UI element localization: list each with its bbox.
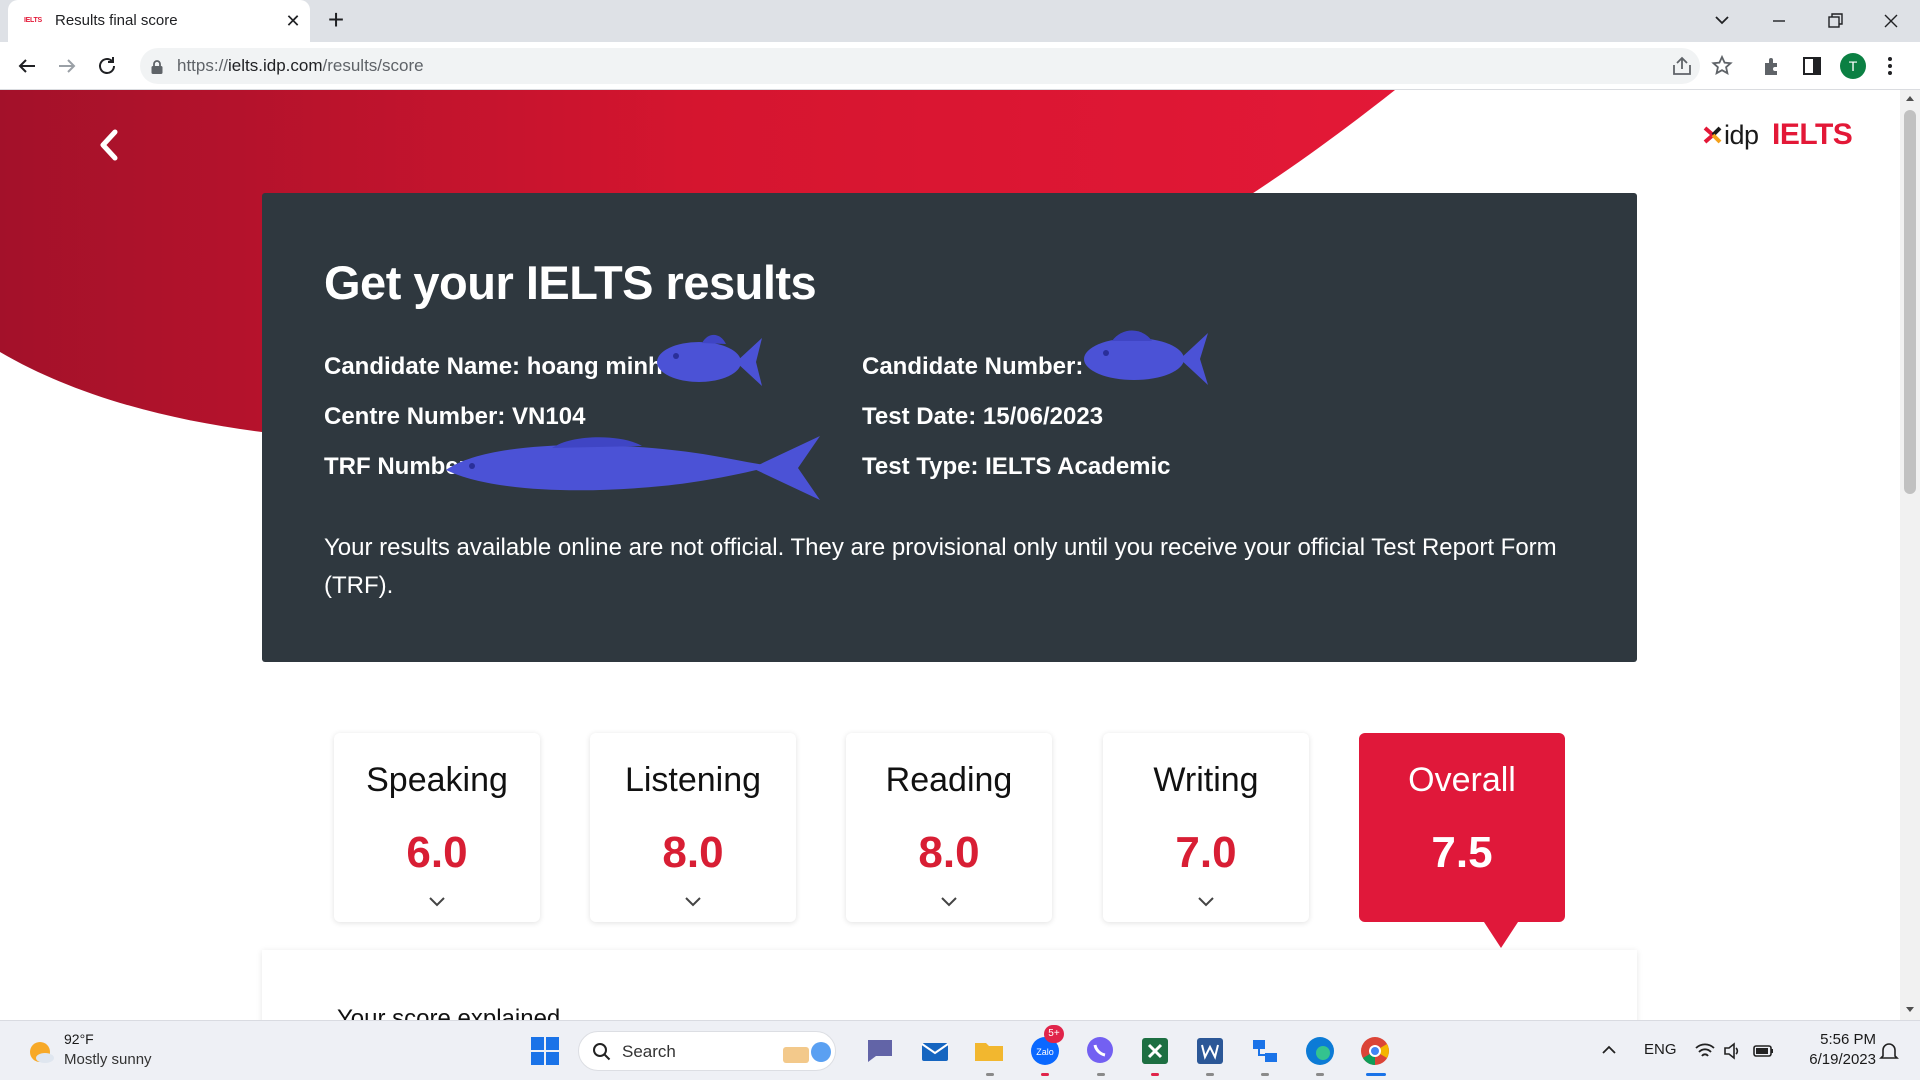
- tab-close-icon[interactable]: ✕: [282, 10, 304, 32]
- tab-search-chevron-icon[interactable]: [1710, 8, 1734, 32]
- url-text: https://ielts.idp.com/results/score: [177, 56, 424, 75]
- viber-icon[interactable]: [1083, 1034, 1117, 1068]
- redaction-fish-icon: [657, 334, 762, 386]
- search-highlight-art-icon: [783, 1042, 831, 1063]
- volume-icon[interactable]: [1722, 1041, 1742, 1061]
- share-icon[interactable]: [1670, 54, 1694, 78]
- logo-idp-text: idp: [1724, 120, 1759, 150]
- profile-avatar[interactable]: T: [1840, 53, 1866, 79]
- score-value: 7.0: [1175, 828, 1237, 877]
- battery-icon[interactable]: [1752, 1041, 1776, 1061]
- redaction-fish-icon: [446, 436, 820, 500]
- language-indicator[interactable]: ENG: [1644, 1041, 1677, 1058]
- taskbar-search[interactable]: Search: [578, 1031, 836, 1071]
- active-indicator: [1366, 1073, 1386, 1076]
- file-explorer-icon[interactable]: [972, 1034, 1006, 1068]
- overall-score-card[interactable]: Overall 7.5: [1359, 733, 1565, 922]
- redaction-fish-icon: [1084, 330, 1208, 385]
- chevron-down-icon[interactable]: [939, 896, 959, 908]
- mail-icon[interactable]: [918, 1034, 952, 1068]
- results-card: Get your IELTS results Candidate Name: h…: [262, 193, 1637, 662]
- speaking-score-card[interactable]: Speaking 6.0: [334, 733, 540, 922]
- edge-icon[interactable]: [1303, 1034, 1337, 1068]
- candidate-number-field: Candidate Number:: [862, 353, 1084, 380]
- search-icon: [593, 1043, 611, 1061]
- forward-arrow-icon[interactable]: [55, 54, 79, 78]
- ielts-favicon-icon: IELTS: [24, 17, 42, 24]
- tab-title: Results final score: [55, 12, 178, 29]
- window-close-icon[interactable]: [1876, 6, 1906, 36]
- teams-chat-icon[interactable]: [863, 1034, 897, 1068]
- running-indicator: [1316, 1073, 1324, 1076]
- score-value: 7.5: [1431, 828, 1493, 877]
- candidate-name-field: Candidate Name: hoang minh: [324, 353, 663, 380]
- running-indicator: [1097, 1073, 1105, 1076]
- running-indicator: [1261, 1073, 1269, 1076]
- running-indicator: [1206, 1073, 1214, 1076]
- listening-score-card[interactable]: Listening 8.0: [590, 733, 796, 922]
- scroll-up-icon[interactable]: [1905, 94, 1915, 102]
- tab-results[interactable]: IELTS Results final score ✕: [8, 0, 310, 42]
- score-value: 8.0: [918, 828, 980, 877]
- restore-icon[interactable]: [1820, 6, 1850, 36]
- reading-score-card[interactable]: Reading 8.0: [846, 733, 1052, 922]
- new-tab-button[interactable]: +: [322, 6, 350, 35]
- tab-strip: IELTS Results final score ✕ +: [0, 0, 1920, 42]
- reload-icon[interactable]: [95, 54, 119, 78]
- page-scrollbar[interactable]: [1900, 90, 1920, 1020]
- logo-ielts-text: IELTS: [1772, 118, 1853, 151]
- chevron-down-icon[interactable]: [683, 896, 703, 908]
- wifi-icon[interactable]: [1694, 1041, 1716, 1061]
- weather-sun-icon[interactable]: [26, 1037, 56, 1067]
- svg-text:Zalo: Zalo: [1036, 1047, 1054, 1057]
- page-content: idp IELTS Get your IELTS results Candida…: [0, 90, 1900, 1020]
- running-indicator: [1041, 1073, 1049, 1076]
- page-title: Get your IELTS results: [324, 256, 817, 309]
- score-explained-panel: Your score explained: [262, 950, 1637, 1020]
- excel-icon[interactable]: [1138, 1034, 1172, 1068]
- score-value: 8.0: [662, 828, 724, 877]
- chevron-down-icon[interactable]: [1196, 896, 1216, 908]
- side-panel-icon[interactable]: [1800, 54, 1824, 78]
- windows-start-icon[interactable]: [528, 1034, 562, 1068]
- notifications-bell-icon[interactable]: [1878, 1040, 1900, 1062]
- overall-pointer: [1484, 922, 1518, 948]
- minimize-icon[interactable]: [1764, 6, 1794, 36]
- chevron-down-icon[interactable]: [427, 896, 447, 908]
- running-indicator: [1151, 1073, 1159, 1076]
- network-app-icon[interactable]: [1248, 1034, 1282, 1068]
- browser-toolbar: https://ielts.idp.com/results/score T: [0, 42, 1920, 90]
- scroll-thumb[interactable]: [1904, 110, 1916, 494]
- notification-badge: 5+: [1044, 1025, 1064, 1043]
- writing-score-card[interactable]: Writing 7.0: [1103, 733, 1309, 922]
- back-chevron-icon[interactable]: [96, 128, 122, 162]
- provisional-notice: Your results available online are not of…: [324, 534, 1557, 599]
- extensions-puzzle-icon[interactable]: [1760, 54, 1784, 78]
- chevron-up-icon[interactable]: [1600, 1041, 1618, 1059]
- centre-number-field: Centre Number: VN104: [324, 403, 586, 430]
- bookmark-star-icon[interactable]: [1710, 54, 1734, 78]
- back-arrow-icon[interactable]: [15, 54, 39, 78]
- browser-menu-icon[interactable]: [1880, 54, 1900, 78]
- section-title: Your score explained: [337, 1005, 561, 1020]
- clock-date[interactable]: 6/19/2023: [1796, 1051, 1876, 1068]
- lock-icon[interactable]: [150, 59, 164, 75]
- idp-ielts-logo[interactable]: idp IELTS: [1702, 118, 1853, 151]
- clock-time[interactable]: 5:56 PM: [1796, 1031, 1876, 1048]
- scroll-down-icon[interactable]: [1905, 1006, 1915, 1014]
- running-indicator: [986, 1073, 994, 1076]
- test-type-field: Test Type: IELTS Academic: [862, 453, 1171, 480]
- score-value: 6.0: [406, 828, 468, 877]
- windows-taskbar: 92°F Mostly sunny Search Zalo 5+ ENG 5:5…: [0, 1020, 1920, 1080]
- idp-mark-icon: [1703, 126, 1722, 144]
- weather-desc[interactable]: Mostly sunny: [64, 1051, 152, 1068]
- chrome-icon[interactable]: [1358, 1034, 1392, 1068]
- word-icon[interactable]: [1193, 1034, 1227, 1068]
- weather-temp[interactable]: 92°F: [64, 1031, 94, 1047]
- test-date-field: Test Date: 15/06/2023: [862, 403, 1104, 430]
- address-bar[interactable]: https://ielts.idp.com/results/score: [140, 48, 1700, 84]
